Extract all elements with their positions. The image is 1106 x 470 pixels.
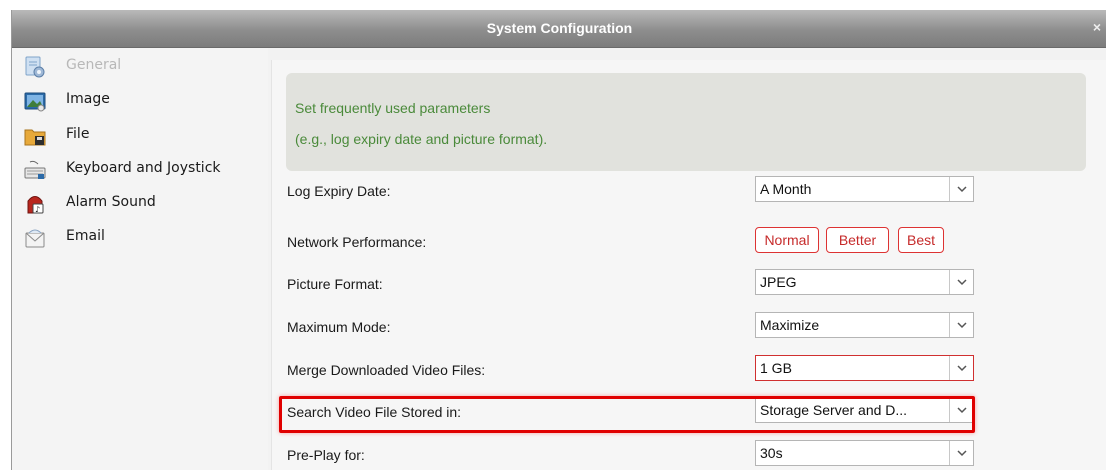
pre-play-value: 30s — [760, 445, 783, 461]
maximum-mode-value: Maximize — [760, 317, 820, 333]
picture-format-select[interactable]: JPEG — [755, 269, 974, 295]
folder-icon — [24, 129, 46, 146]
sidebar-item-email[interactable]: Email — [22, 225, 266, 253]
maximum-mode-label: Maximum Mode: — [287, 319, 391, 335]
pre-play-select[interactable]: 30s — [755, 440, 974, 466]
info-line-1: Set frequently used parameters — [295, 100, 491, 116]
sidebar-item-label: Email — [66, 228, 105, 244]
merge-downloaded-value: 1 GB — [760, 360, 792, 376]
highlight-annotation-box — [279, 396, 975, 433]
network-performance-row: Network Performance: Normal Better Best — [272, 226, 1106, 258]
alarm-sound-icon: ♪ — [27, 196, 44, 214]
sidebar-item-label: General — [66, 57, 122, 73]
sidebar-item-label: Image — [66, 91, 110, 107]
email-icon — [25, 229, 45, 248]
pre-play-row: Pre-Play for: 30s — [272, 439, 1106, 470]
chevron-down-icon[interactable] — [949, 270, 973, 294]
keyboard-icon — [24, 160, 46, 179]
maximum-mode-row: Maximum Mode: Maximize — [272, 311, 1106, 343]
merge-downloaded-select[interactable]: 1 GB — [755, 355, 974, 381]
sidebar: General Image File Keyboard and Joystick… — [12, 48, 268, 470]
info-line-2: (e.g., log expiry date and picture forma… — [295, 131, 548, 147]
log-expiry-select[interactable]: A Month — [755, 176, 974, 202]
sidebar-item-general[interactable]: General — [22, 54, 266, 82]
log-expiry-label: Log Expiry Date: — [287, 183, 391, 199]
chevron-down-icon[interactable] — [949, 313, 973, 337]
picture-format-value: JPEG — [760, 274, 797, 290]
dialog-title: System Configuration — [486, 20, 633, 36]
picture-format-label: Picture Format: — [287, 276, 383, 292]
picture-format-row: Picture Format: JPEG — [272, 268, 1106, 300]
svg-text:♪: ♪ — [35, 205, 40, 214]
sidebar-item-label: Keyboard and Joystick — [66, 160, 221, 176]
info-banner: Set frequently used parameters (e.g., lo… — [286, 73, 1086, 171]
chevron-down-icon[interactable] — [949, 441, 973, 465]
better-button[interactable]: Better — [826, 227, 889, 253]
sidebar-item-keyboard-and-joystick[interactable]: Keyboard and Joystick — [22, 157, 266, 185]
sidebar-item-label: Alarm Sound — [66, 194, 156, 210]
sidebar-item-file[interactable]: File — [22, 123, 266, 151]
sidebar-item-alarm-sound[interactable]: ♪ Alarm Sound — [22, 191, 266, 219]
best-button[interactable]: Best — [898, 227, 944, 253]
normal-button[interactable]: Normal — [755, 227, 819, 253]
image-icon — [24, 92, 46, 112]
sidebar-item-image[interactable]: Image — [22, 88, 266, 116]
log-expiry-row: Log Expiry Date: A Month — [272, 175, 1106, 207]
pre-play-label: Pre-Play for: — [287, 447, 365, 463]
log-expiry-value: A Month — [760, 181, 812, 197]
merge-downloaded-label: Merge Downloaded Video Files: — [287, 362, 486, 378]
title-bar: System Configuration × — [12, 10, 1106, 48]
general-settings-icon — [25, 56, 45, 78]
close-icon[interactable]: × — [1093, 19, 1101, 35]
chevron-down-icon[interactable] — [949, 356, 973, 380]
network-performance-label: Network Performance: — [287, 234, 427, 250]
sidebar-item-label: File — [66, 126, 90, 142]
maximum-mode-select[interactable]: Maximize — [755, 312, 974, 338]
merge-downloaded-row: Merge Downloaded Video Files: 1 GB — [272, 354, 1106, 386]
chevron-down-icon[interactable] — [949, 177, 973, 201]
